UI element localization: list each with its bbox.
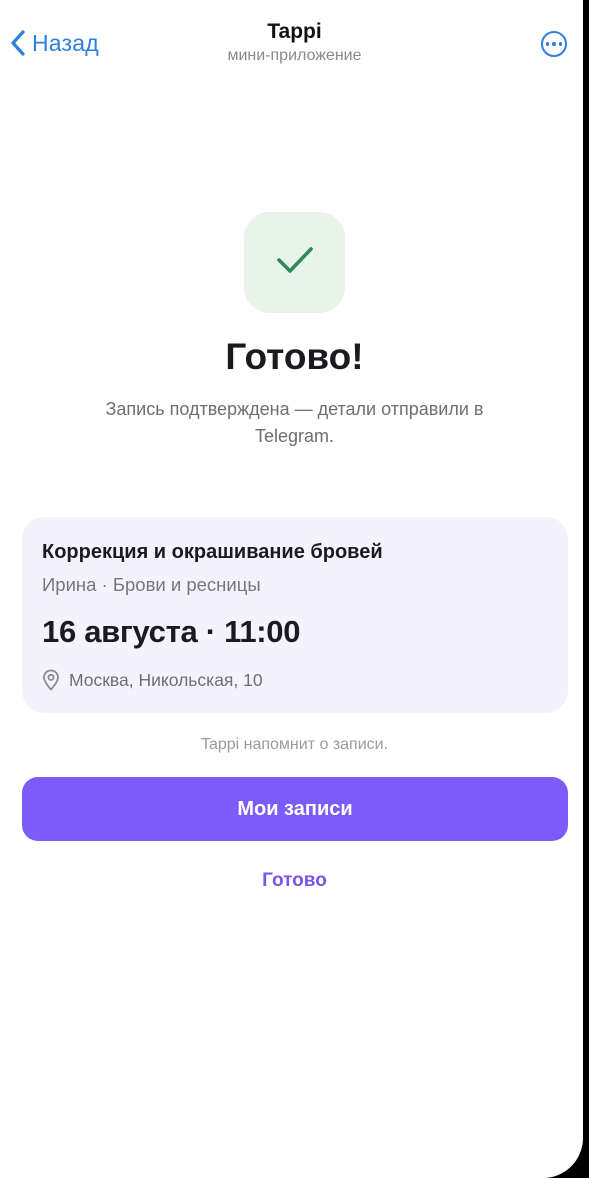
more-button[interactable] — [541, 31, 567, 57]
booking-card: Коррекция и окрашивание бровей Ирина · Б… — [22, 517, 568, 713]
app-subtitle: мини-приложение — [227, 47, 362, 64]
booking-datetime: 16 августа · 11:00 — [42, 614, 301, 649]
specialist-info: Ирина · Брови и ресницы — [42, 574, 261, 595]
success-badge — [244, 212, 345, 313]
success-headline: Готово! — [225, 336, 364, 377]
location-pin-icon — [42, 669, 60, 691]
address-row: Москва, Никольская, 10 — [42, 669, 263, 691]
app-title: Tappi — [267, 20, 322, 43]
checkmark-icon — [275, 245, 315, 280]
done-button[interactable]: Готово — [0, 870, 583, 892]
success-description: Запись подтверждена — детали отправили в… — [105, 399, 484, 446]
more-horizontal-icon — [545, 42, 550, 46]
my-bookings-button[interactable]: Мои записи — [22, 777, 568, 841]
service-name: Коррекция и окрашивание бровей — [42, 541, 383, 563]
mini-app-screen: Назад Tappi мини-приложение Готово! Запи… — [0, 0, 583, 1178]
reminder-note: Tappi напомнит о записи. — [200, 736, 389, 753]
nav-bar: Назад Tappi мини-приложение — [0, 0, 583, 80]
booking-address: Москва, Никольская, 10 — [69, 669, 263, 690]
